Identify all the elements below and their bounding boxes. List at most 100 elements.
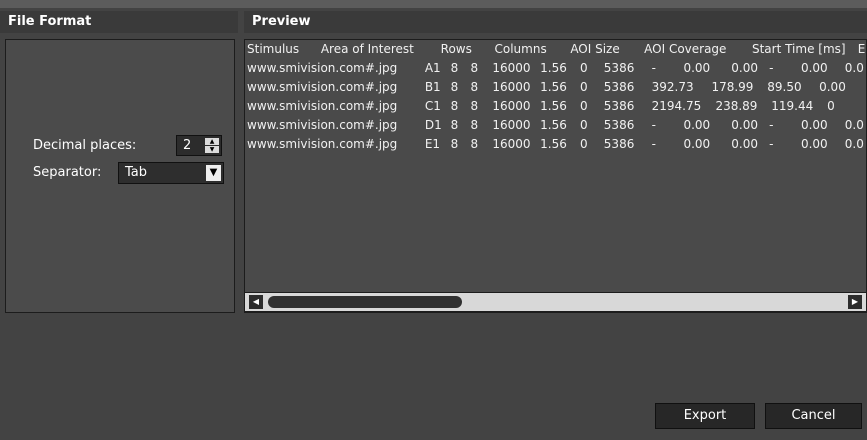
table-cell: 0 bbox=[579, 61, 588, 75]
table-cell: 0.0 bbox=[844, 137, 864, 151]
table-cell: www.smivision.com#.jpg bbox=[247, 137, 398, 151]
table-cell: - bbox=[769, 118, 774, 132]
table-cell: 1.56 bbox=[540, 99, 567, 113]
preview-panel-title: Preview bbox=[244, 11, 867, 33]
table-cell: www.smivision.com#.jpg bbox=[247, 99, 398, 113]
table-cell: B1 bbox=[424, 80, 441, 94]
table-cell: 16000 bbox=[492, 80, 531, 94]
table-row: www.smivision.com#.jpg E1 8 8 16000 1.56… bbox=[247, 135, 866, 154]
table-cell: 8 bbox=[470, 118, 479, 132]
table-cell: 1.56 bbox=[540, 80, 567, 94]
table-cell: - bbox=[769, 137, 774, 151]
dropdown-arrow-icon[interactable]: ▼ bbox=[206, 165, 221, 181]
table-cell: C1 bbox=[424, 99, 441, 113]
column-header: Start Time [ms] bbox=[751, 42, 846, 56]
table-row: www.smivision.com#.jpg D1 8 8 16000 1.56… bbox=[247, 116, 866, 135]
table-cell: D1 bbox=[424, 118, 442, 132]
table-cell: 1.56 bbox=[540, 118, 567, 132]
table-cell: 5386 bbox=[603, 118, 635, 132]
table-cell: 2194.75 bbox=[651, 99, 702, 113]
export-button[interactable]: Export bbox=[655, 403, 755, 429]
table-cell: 5386 bbox=[603, 80, 635, 94]
table-cell: 392.73 bbox=[651, 80, 694, 94]
table-cell: 8 bbox=[470, 137, 479, 151]
file-format-panel: Decimal places: 2 ▲ ▼ Separator: Tab ▼ bbox=[5, 39, 235, 313]
stepper-down-icon[interactable]: ▼ bbox=[205, 146, 219, 153]
table-cell: 8 bbox=[450, 99, 459, 113]
table-cell: - bbox=[651, 137, 656, 151]
table-cell: 0 bbox=[579, 99, 588, 113]
table-cell: - bbox=[769, 61, 774, 75]
table-cell: 8 bbox=[470, 61, 479, 75]
table-cell: 8 bbox=[450, 80, 459, 94]
table-cell: 5386 bbox=[603, 137, 635, 151]
table-cell: 8 bbox=[450, 137, 459, 151]
table-cell: 178.99 bbox=[711, 80, 754, 94]
table-cell: www.smivision.com#.jpg bbox=[247, 118, 398, 132]
table-cell: 0.00 bbox=[731, 137, 758, 151]
preview-header-row: Stimulus Area of Interest Rows Columns A… bbox=[247, 40, 866, 59]
table-cell: 0.00 bbox=[731, 118, 758, 132]
table-cell: 0 bbox=[827, 99, 835, 113]
column-header: AOI Size bbox=[570, 42, 620, 56]
horizontal-scrollbar[interactable]: ◀ ▶ bbox=[244, 292, 867, 312]
table-cell: 0.00 bbox=[800, 61, 828, 75]
scrollbar-thumb[interactable] bbox=[268, 296, 462, 308]
table-cell: 0.00 bbox=[819, 80, 846, 94]
table-cell: 0.00 bbox=[731, 61, 758, 75]
table-cell: 0.00 bbox=[800, 137, 828, 151]
column-header: Area of Interest bbox=[320, 42, 414, 56]
table-cell: www.smivision.com#.jpg bbox=[247, 61, 398, 75]
column-header: Columns bbox=[494, 42, 547, 56]
table-cell: 16000 bbox=[492, 137, 531, 151]
decimal-places-label: Decimal places: bbox=[33, 138, 137, 153]
separator-select[interactable]: Tab ▼ bbox=[118, 162, 224, 184]
separator-value[interactable]: Tab bbox=[125, 163, 147, 183]
column-header: Rows bbox=[440, 42, 472, 56]
table-cell: 5386 bbox=[603, 99, 635, 113]
cancel-button[interactable]: Cancel bbox=[765, 403, 862, 429]
decimal-places-stepper[interactable]: 2 ▲ ▼ bbox=[176, 135, 222, 156]
table-cell: - bbox=[651, 118, 656, 132]
table-cell: 8 bbox=[470, 80, 479, 94]
window-top-strip bbox=[0, 0, 867, 8]
table-cell: E1 bbox=[424, 137, 441, 151]
table-cell: 0.00 bbox=[800, 118, 828, 132]
table-cell: 0.0 bbox=[844, 118, 864, 132]
table-cell: 16000 bbox=[492, 99, 531, 113]
table-cell: 1.56 bbox=[540, 61, 567, 75]
table-cell: 0 bbox=[579, 118, 588, 132]
table-cell: 0 bbox=[579, 137, 588, 151]
column-header: AOI Coverage bbox=[644, 42, 727, 56]
preview-pane: Stimulus Area of Interest Rows Columns A… bbox=[244, 39, 867, 313]
stepper-buttons: ▲ ▼ bbox=[205, 138, 219, 154]
scroll-right-icon[interactable]: ▶ bbox=[848, 295, 862, 309]
table-row: www.smivision.com#.jpg B1 8 8 16000 1.56… bbox=[247, 78, 866, 97]
table-cell: 5386 bbox=[603, 61, 635, 75]
table-row: www.smivision.com#.jpg C1 8 8 16000 1.56… bbox=[247, 97, 866, 116]
table-cell: 0.00 bbox=[683, 137, 711, 151]
table-cell: 0.00 bbox=[683, 118, 711, 132]
table-cell: 0.0 bbox=[844, 61, 864, 75]
table-row: www.smivision.com#.jpg A1 8 8 16000 1.56… bbox=[247, 59, 866, 78]
table-cell: 238.89 bbox=[715, 99, 758, 113]
table-cell: www.smivision.com#.jpg bbox=[247, 80, 398, 94]
table-cell: 89.50 bbox=[767, 80, 802, 94]
table-cell: 0.00 bbox=[683, 61, 711, 75]
file-format-panel-title: File Format bbox=[0, 11, 238, 33]
table-cell: 16000 bbox=[492, 118, 531, 132]
table-cell: 8 bbox=[450, 118, 459, 132]
table-cell: - bbox=[651, 61, 656, 75]
separator-label: Separator: bbox=[33, 165, 102, 180]
stepper-up-icon[interactable]: ▲ bbox=[205, 138, 219, 145]
table-cell: 8 bbox=[450, 61, 459, 75]
table-cell: A1 bbox=[424, 61, 441, 75]
decimal-places-value[interactable]: 2 bbox=[183, 136, 191, 155]
table-cell: 8 bbox=[470, 99, 479, 113]
table-cell: 16000 bbox=[492, 61, 531, 75]
table-cell: 1.56 bbox=[540, 137, 567, 151]
column-header: End bbox=[857, 42, 866, 56]
table-cell: 119.44 bbox=[771, 99, 814, 113]
scroll-left-icon[interactable]: ◀ bbox=[249, 295, 263, 309]
table-cell: 0 bbox=[579, 80, 588, 94]
